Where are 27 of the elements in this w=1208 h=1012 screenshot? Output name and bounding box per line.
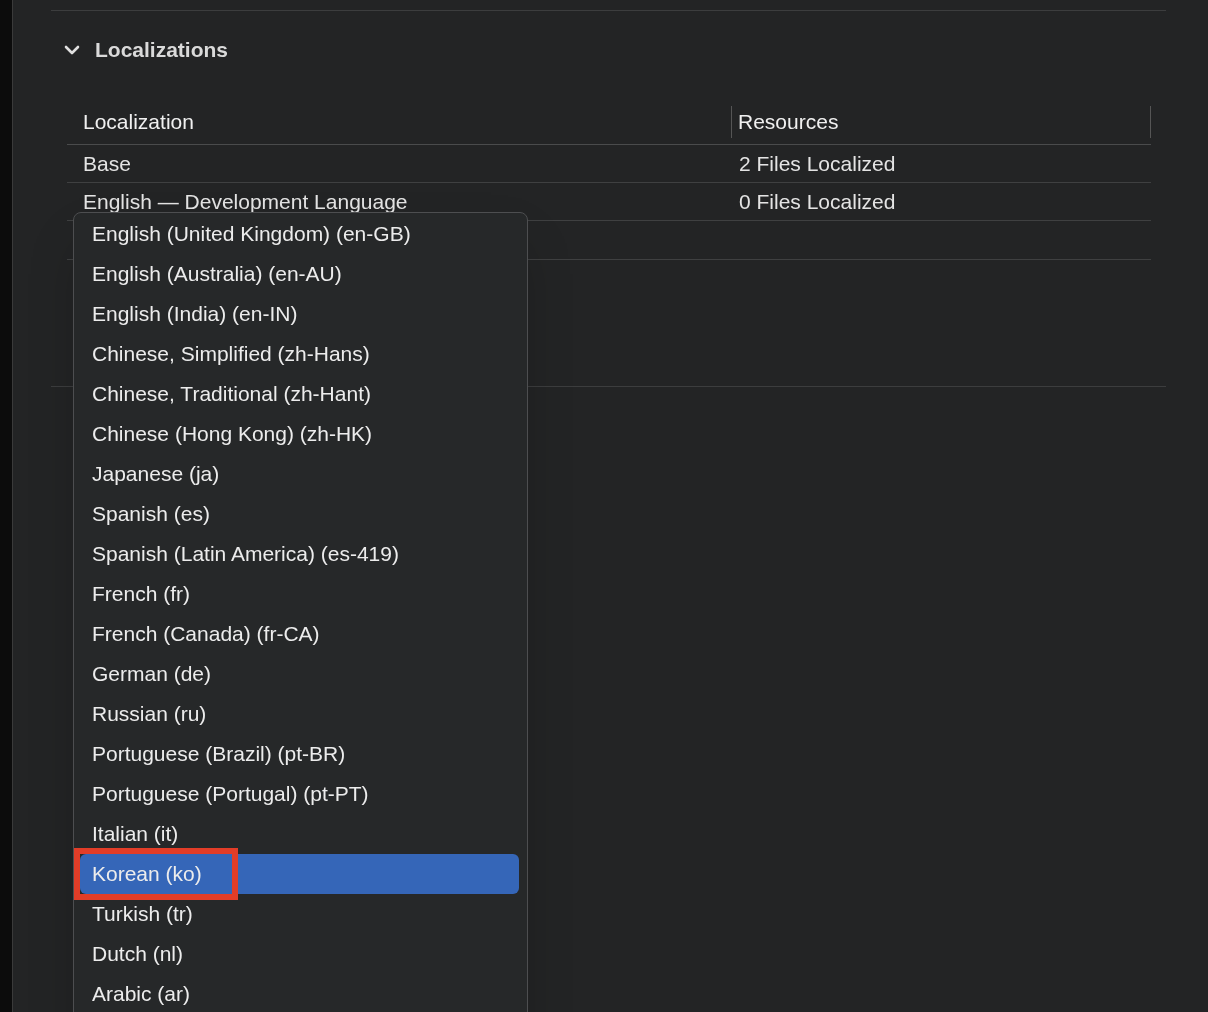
table-cell: English — Development Language — [83, 189, 408, 213]
column-header[interactable]: Localization — [83, 105, 194, 138]
menu-item[interactable]: French (Canada) (fr-CA) — [80, 614, 521, 654]
menu-item[interactable]: Arabic (ar) — [80, 974, 521, 1012]
table-cell: 0 Files Localized — [739, 189, 896, 213]
menu-item[interactable]: English (India) (en-IN) — [80, 294, 521, 334]
menu-item[interactable]: Italian (it) — [80, 814, 521, 854]
menu-item[interactable]: Turkish (tr) — [80, 894, 521, 934]
menu-item[interactable]: Portuguese (Portugal) (pt-PT) — [80, 774, 521, 814]
menu-item[interactable]: Chinese, Simplified (zh-Hans) — [80, 334, 521, 374]
menu-item[interactable]: English (Australia) (en-AU) — [80, 254, 521, 294]
menu-item[interactable]: French (fr) — [80, 574, 521, 614]
menu-item[interactable]: Portuguese (Brazil) (pt-BR) — [80, 734, 521, 774]
table-cell: Base — [83, 151, 131, 175]
menu-item[interactable]: Spanish (es) — [80, 494, 521, 534]
menu-item[interactable]: Russian (ru) — [80, 694, 521, 734]
menu-item[interactable]: Korean (ko) — [80, 854, 519, 894]
menu-item[interactable]: Chinese, Traditional (zh-Hant) — [80, 374, 521, 414]
menu-item[interactable]: Japanese (ja) — [80, 454, 521, 494]
menu-item[interactable]: English (United Kingdom) (en-GB) — [80, 214, 521, 254]
menu-item[interactable]: Dutch (nl) — [80, 934, 521, 974]
menu-item[interactable]: Chinese (Hong Kong) (zh-HK) — [80, 414, 521, 454]
table-cell: 2 Files Localized — [739, 151, 896, 175]
section-title: Localizations — [95, 37, 229, 64]
menu-item[interactable]: German (de) — [80, 654, 521, 694]
menu-item[interactable]: Spanish (Latin America) (es-419) — [80, 534, 521, 574]
column-header[interactable]: Resources — [738, 105, 839, 138]
